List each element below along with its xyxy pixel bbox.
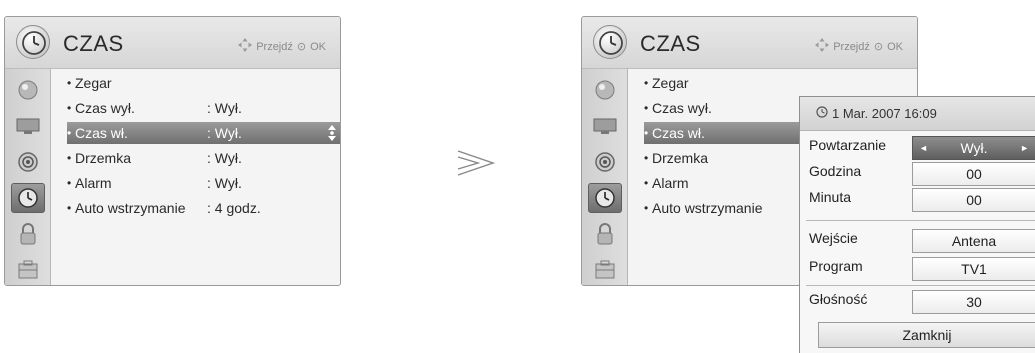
repeat-selector[interactable]: ◄ Wył. ►: [912, 136, 1035, 160]
program-field[interactable]: TV1: [912, 257, 1035, 281]
repeat-label: Powtarzanie: [809, 137, 887, 153]
close-button[interactable]: Zamknij: [818, 322, 1035, 348]
menu-item-clock[interactable]: • Zegar: [644, 72, 917, 94]
time-menu-panel: CZAS Przejdź ⊙ OK • Zegar • Czas wył.: …: [4, 16, 341, 286]
menu-item-alarm[interactable]: • Alarm : Wył.: [67, 172, 340, 194]
audio-icon[interactable]: [11, 147, 45, 177]
divider: [806, 220, 1035, 221]
volume-row: Głośność 30: [809, 289, 1035, 315]
ok-hint-label: OK: [310, 40, 326, 53]
input-label: Wejście: [809, 230, 858, 246]
audio-icon[interactable]: [588, 147, 622, 177]
move-arrows-icon: [815, 38, 830, 55]
clock-icon: [816, 106, 828, 121]
picture-icon[interactable]: [588, 75, 622, 105]
lock-icon[interactable]: [588, 219, 622, 249]
option-icon[interactable]: [11, 255, 45, 285]
nav-hint: Przejdź ⊙ OK: [238, 38, 326, 55]
category-sidebar: [582, 69, 628, 285]
time-icon[interactable]: [588, 183, 622, 213]
menu-item-sleep[interactable]: • Drzemka : Wył.: [67, 147, 340, 169]
popup-header: 1 Mar. 2007 16:09: [800, 97, 1035, 131]
screen-icon[interactable]: [11, 111, 45, 141]
screen-icon[interactable]: [588, 111, 622, 141]
input-field[interactable]: Antena: [912, 229, 1035, 253]
repeat-row: Powtarzanie ◄ Wył. ►: [809, 135, 1035, 161]
right-arrow-icon[interactable]: ►: [1020, 143, 1029, 153]
menu-item-off-time[interactable]: • Czas wył. : Wył.: [67, 97, 340, 119]
input-row: Wejście Antena: [809, 228, 1035, 254]
up-down-icon: [327, 125, 337, 144]
on-time-popup: 1 Mar. 2007 16:09 Powtarzanie ◄ Wył. ► G…: [799, 96, 1035, 353]
volume-label: Głośność: [809, 291, 868, 307]
divider: [806, 285, 1035, 286]
program-label: Program: [809, 258, 863, 274]
category-sidebar: [5, 69, 51, 285]
panel-title: CZAS: [640, 31, 701, 56]
transition-arrow-icon: [456, 148, 496, 183]
picture-icon[interactable]: [11, 75, 45, 105]
program-row: Program TV1: [809, 256, 1035, 282]
hour-label: Godzina: [809, 163, 862, 179]
ok-hint-label: OK: [887, 40, 903, 53]
current-datetime: 1 Mar. 2007 16:09: [832, 106, 937, 121]
volume-field[interactable]: 30: [912, 290, 1035, 314]
nav-hint: Przejdź ⊙ OK: [815, 38, 903, 55]
option-icon[interactable]: [588, 255, 622, 285]
clock-icon: [593, 25, 627, 59]
repeat-value: Wył.: [960, 140, 988, 156]
menu-item-auto-standby[interactable]: • Auto wstrzymanie : 4 godz.: [67, 197, 340, 219]
ok-icon: ⊙: [296, 41, 307, 53]
minute-field[interactable]: 00: [912, 188, 1035, 212]
hour-field[interactable]: 00: [912, 162, 1035, 186]
menu-item-clock[interactable]: • Zegar: [67, 72, 340, 94]
move-hint-label: Przejdź: [833, 40, 870, 53]
lock-icon[interactable]: [11, 219, 45, 249]
minute-label: Minuta: [809, 189, 852, 205]
move-arrows-icon: [238, 38, 253, 55]
panel-header: CZAS Przejdź ⊙ OK: [5, 17, 340, 69]
minute-row: Minuta 00: [809, 187, 1035, 213]
ok-icon: ⊙: [873, 41, 884, 53]
move-hint-label: Przejdź: [256, 40, 293, 53]
left-arrow-icon[interactable]: ◄: [919, 143, 928, 153]
time-icon[interactable]: [11, 183, 45, 213]
clock-icon: [16, 25, 50, 59]
menu-item-on-time[interactable]: • Czas wł. : Wył.: [67, 122, 340, 144]
panel-title: CZAS: [63, 31, 124, 56]
hour-row: Godzina 00: [809, 161, 1035, 187]
panel-header: CZAS Przejdź ⊙ OK: [582, 17, 917, 69]
